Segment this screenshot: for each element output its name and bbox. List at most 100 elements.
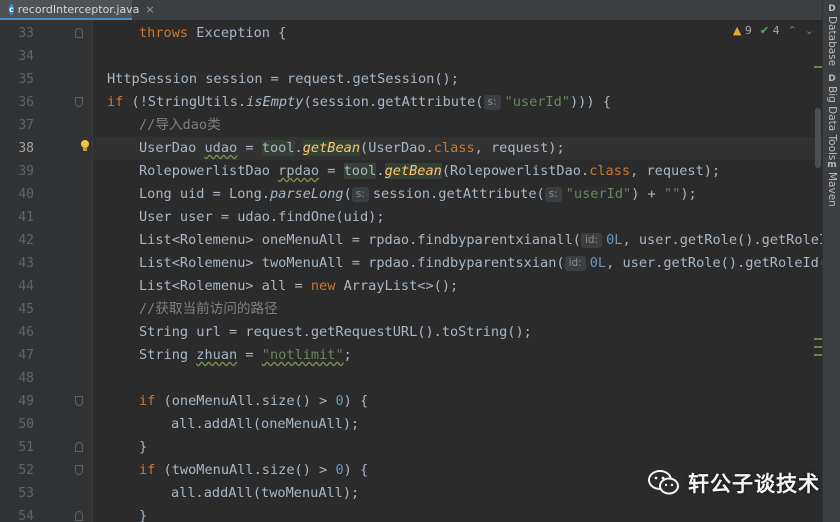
gutter-line[interactable]: 52 xyxy=(0,459,92,482)
warning-marker[interactable] xyxy=(814,66,822,68)
tab-filename: recordInterceptor.java xyxy=(17,2,140,16)
line-number: 53 xyxy=(18,486,34,501)
gutter-line[interactable]: 51 xyxy=(0,436,92,459)
code-line[interactable]: List<Rolemenu> oneMenuAll = rpdao.findby… xyxy=(93,229,822,252)
gutter-line[interactable]: 44 xyxy=(0,275,92,298)
code-line[interactable]: if (!StringUtils.isEmpty(session.getAttr… xyxy=(93,91,822,114)
line-number: 38 xyxy=(18,141,34,156)
code-line[interactable]: throws Exception { xyxy=(93,22,822,45)
code-line[interactable]: } xyxy=(93,436,822,459)
gutter-line[interactable]: 54 xyxy=(0,505,92,522)
line-number: 48 xyxy=(18,371,34,386)
line-number: 36 xyxy=(18,95,34,110)
line-number: 43 xyxy=(18,256,34,271)
line-number: 37 xyxy=(18,118,34,133)
gutter-line[interactable]: 42 xyxy=(0,229,92,252)
code-line[interactable]: User user = udao.findOne(uid); xyxy=(93,206,822,229)
line-number: 33 xyxy=(18,26,34,41)
code-line[interactable]: //导入dao类 xyxy=(93,114,822,137)
line-number: 39 xyxy=(18,164,34,179)
tool-label: Database xyxy=(826,16,838,67)
line-number: 50 xyxy=(18,417,34,432)
watermark: 轩公子谈技术 xyxy=(648,468,820,498)
gutter-line[interactable]: 48 xyxy=(0,367,92,390)
maven-icon: m xyxy=(827,160,837,170)
warning-marker[interactable] xyxy=(814,346,822,348)
code-line[interactable]: //获取当前访问的路径 xyxy=(93,298,822,321)
fold-start-icon[interactable] xyxy=(75,465,83,475)
tool-label: Big Data Tools xyxy=(826,86,838,161)
wechat-icon xyxy=(648,470,679,495)
line-number: 41 xyxy=(18,210,34,225)
gutter-line[interactable]: 33 xyxy=(0,22,92,45)
line-number: 46 xyxy=(18,325,34,340)
code-line[interactable]: if (oneMenuAll.size() > 0) { xyxy=(93,390,822,413)
gutter-line[interactable]: 45 xyxy=(0,298,92,321)
code-line-current[interactable]: UserDao udao = tool.getBean(UserDao.clas… xyxy=(93,137,822,160)
line-number: 49 xyxy=(18,394,34,409)
warning-marker[interactable] xyxy=(814,338,822,340)
line-number: 51 xyxy=(18,440,34,455)
param-hint: id: xyxy=(564,256,586,271)
gutter-line[interactable]: 49 xyxy=(0,390,92,413)
right-tool-strip: D Database D Big Data Tools m Maven xyxy=(822,0,840,522)
gutter-line[interactable]: 46 xyxy=(0,321,92,344)
line-number: 40 xyxy=(18,187,34,202)
param-hint: s: xyxy=(483,95,501,110)
warning-marker[interactable] xyxy=(814,354,822,356)
gutter-line[interactable]: 40 xyxy=(0,183,92,206)
gutter-line[interactable]: 47 xyxy=(0,344,92,367)
editor-tab[interactable]: c recordInterceptor.java × xyxy=(0,0,155,20)
java-class-icon: c xyxy=(9,3,14,15)
gutter-line[interactable]: 36 xyxy=(0,91,92,114)
tool-label: Maven xyxy=(826,172,838,207)
editor-tab-bar: c recordInterceptor.java × xyxy=(0,0,822,21)
code-line[interactable]: Long uid = Long.parseLong(s: session.getA… xyxy=(93,183,822,206)
param-hint: id: xyxy=(580,233,603,248)
gutter-line[interactable]: 38 xyxy=(0,137,92,160)
fold-end-icon[interactable] xyxy=(75,442,83,452)
code-line[interactable]: HttpSession session = request.getSession… xyxy=(93,68,822,91)
gutter-line[interactable]: 34 xyxy=(0,45,92,68)
gutter-line[interactable]: 35 xyxy=(0,68,92,91)
fold-start-icon[interactable] xyxy=(75,97,83,107)
code-line[interactable]: RolepowerlistDao rpdao = tool.getBean(Ro… xyxy=(93,160,822,183)
gutter-line[interactable]: 39 xyxy=(0,160,92,183)
code-line[interactable]: String url = request.getRequestURL().toS… xyxy=(93,321,822,344)
ide-window: c recordInterceptor.java × 33 34 35 36 37 38 3… xyxy=(0,0,840,522)
code-line[interactable]: String zhuan = "notlimit"; xyxy=(93,344,822,367)
param-hint: s: xyxy=(544,187,562,202)
line-number: 42 xyxy=(18,233,34,248)
gutter-line[interactable]: 43 xyxy=(0,252,92,275)
watermark-text: 轩公子谈技术 xyxy=(688,472,820,496)
code-line[interactable]: List<Rolemenu> all = new ArrayList<>(); xyxy=(93,275,822,298)
fold-start-icon[interactable] xyxy=(75,396,83,406)
gutter-line[interactable]: 50 xyxy=(0,413,92,436)
fold-end-icon[interactable] xyxy=(75,28,83,38)
code-line[interactable]: } xyxy=(93,505,822,522)
vertical-scrollbar[interactable] xyxy=(814,20,822,522)
param-hint: s: xyxy=(351,187,369,202)
gutter-line[interactable]: 37 xyxy=(0,114,92,137)
close-icon[interactable]: × xyxy=(145,3,154,16)
line-number: 35 xyxy=(18,72,34,87)
code-line[interactable]: List<Rolemenu> twoMenuAll = rpdao.findby… xyxy=(93,252,822,275)
code-editor[interactable]: ▲ 9 ✔ 4 ⌃ ⌄ throws Exception { HttpSessi… xyxy=(93,20,822,522)
tool-database[interactable]: D Database xyxy=(825,4,839,66)
big-data-icon: D xyxy=(828,74,836,84)
database-icon: D xyxy=(828,4,836,14)
scrollbar-thumb[interactable] xyxy=(815,108,821,168)
line-number: 44 xyxy=(18,279,34,294)
line-number: 45 xyxy=(18,302,34,317)
tool-big-data-tools[interactable]: D Big Data Tools xyxy=(825,74,839,160)
gutter-line[interactable]: 41 xyxy=(0,206,92,229)
line-number: 52 xyxy=(18,463,34,478)
line-number: 34 xyxy=(18,49,34,64)
code-line[interactable]: all.addAll(oneMenuAll); xyxy=(93,413,822,436)
lightbulb-icon[interactable] xyxy=(80,140,90,152)
fold-end-icon[interactable] xyxy=(75,511,83,521)
tool-maven[interactable]: m Maven xyxy=(825,160,839,207)
gutter-line[interactable]: 53 xyxy=(0,482,92,505)
line-number: 54 xyxy=(18,509,34,522)
line-number-gutter: 33 34 35 36 37 38 39 40 41 42 43 44 45 46 47 48 49 50 51 52… xyxy=(0,20,92,522)
